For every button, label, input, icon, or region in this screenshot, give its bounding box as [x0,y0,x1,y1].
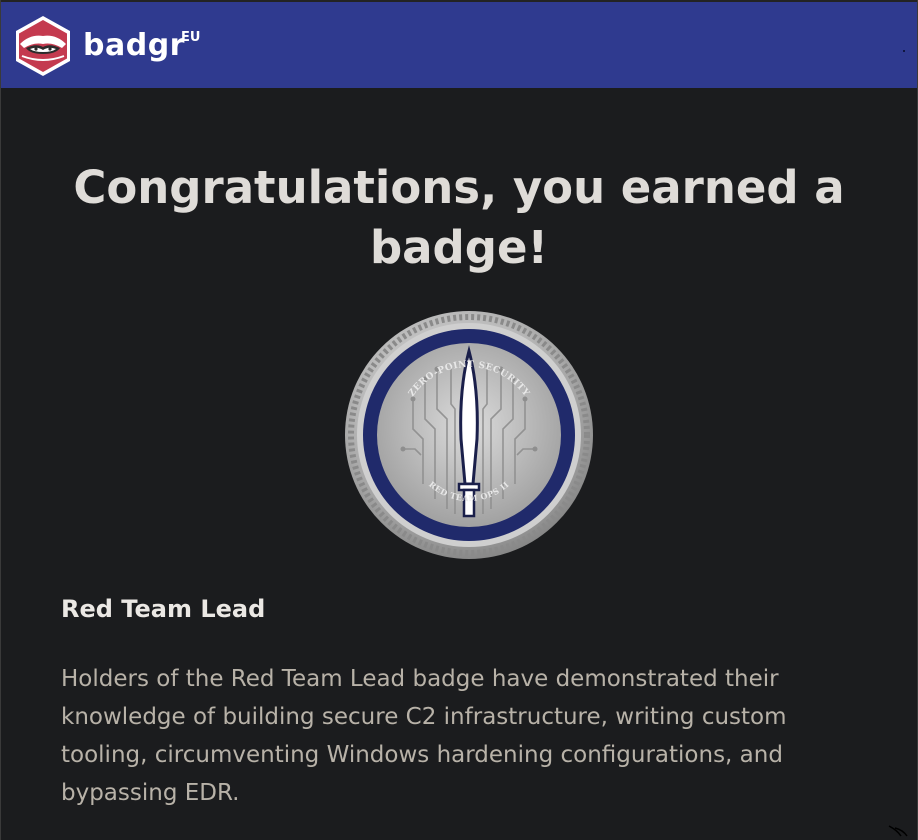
brand-name[interactable]: badgr [83,28,185,63]
header-dot [903,50,905,52]
top-navbar: badgr EU [1,0,917,88]
page-title: Congratulations, you earned a badge! [73,161,845,274]
region-label: EU [181,30,201,45]
badge-name: Red Team Lead [61,595,266,623]
badge-description: Holders of the Red Team Lead badge have … [61,666,787,806]
badgr-logo-icon[interactable] [12,14,74,78]
badge-image: ZERO-POINT SECURITY RED TEAM OPS II [345,311,593,559]
resize-corner-icon [888,825,908,837]
page: badgr EU Congratulations, you earned a b… [0,0,918,840]
